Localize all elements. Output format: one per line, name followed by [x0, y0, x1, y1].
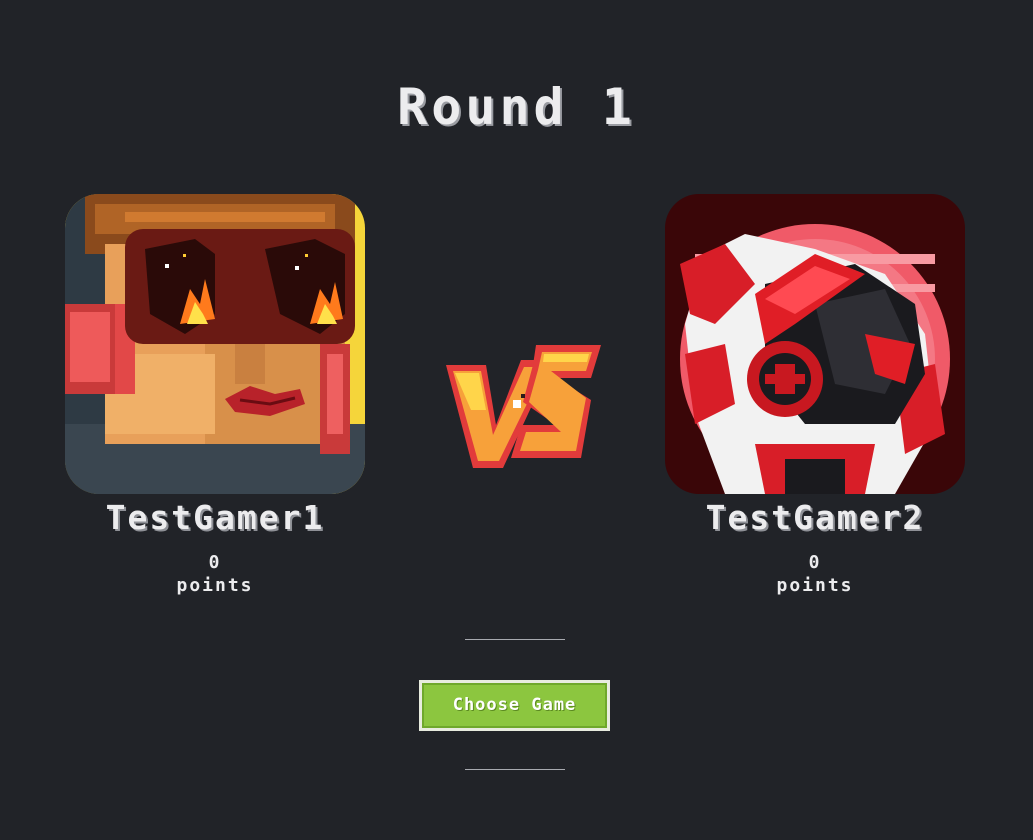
choose-game-button[interactable]: Choose Game: [419, 680, 610, 731]
pixel-goggles-woman-avatar: [65, 194, 365, 494]
player-2-avatar: [665, 194, 965, 494]
player-2-name: TestGamer2: [705, 498, 925, 537]
game-lobby-screen: Round 1 TestGamer1 0 points TestGamer2 0…: [0, 0, 1033, 840]
vs-emblem: [446, 345, 601, 468]
player-card-2: TestGamer2 0 points: [665, 194, 965, 597]
round-title: Round 1: [397, 78, 636, 136]
player-2-score-unit: points: [776, 575, 854, 596]
player-1-name: TestGamer1: [105, 498, 325, 537]
pixel-red-headphones-wolf-avatar: [665, 194, 965, 494]
player-1-score-unit: points: [176, 575, 254, 596]
divider-top: [465, 639, 565, 640]
player-2-score: 0 points: [665, 551, 965, 597]
player-card-1: TestGamer1 0 points: [65, 194, 365, 597]
divider-bottom: [465, 769, 565, 770]
player-2-score-value: 0: [808, 552, 822, 573]
player-1-score-value: 0: [208, 552, 222, 573]
player-1-avatar: [65, 194, 365, 494]
player-1-score: 0 points: [65, 551, 365, 597]
